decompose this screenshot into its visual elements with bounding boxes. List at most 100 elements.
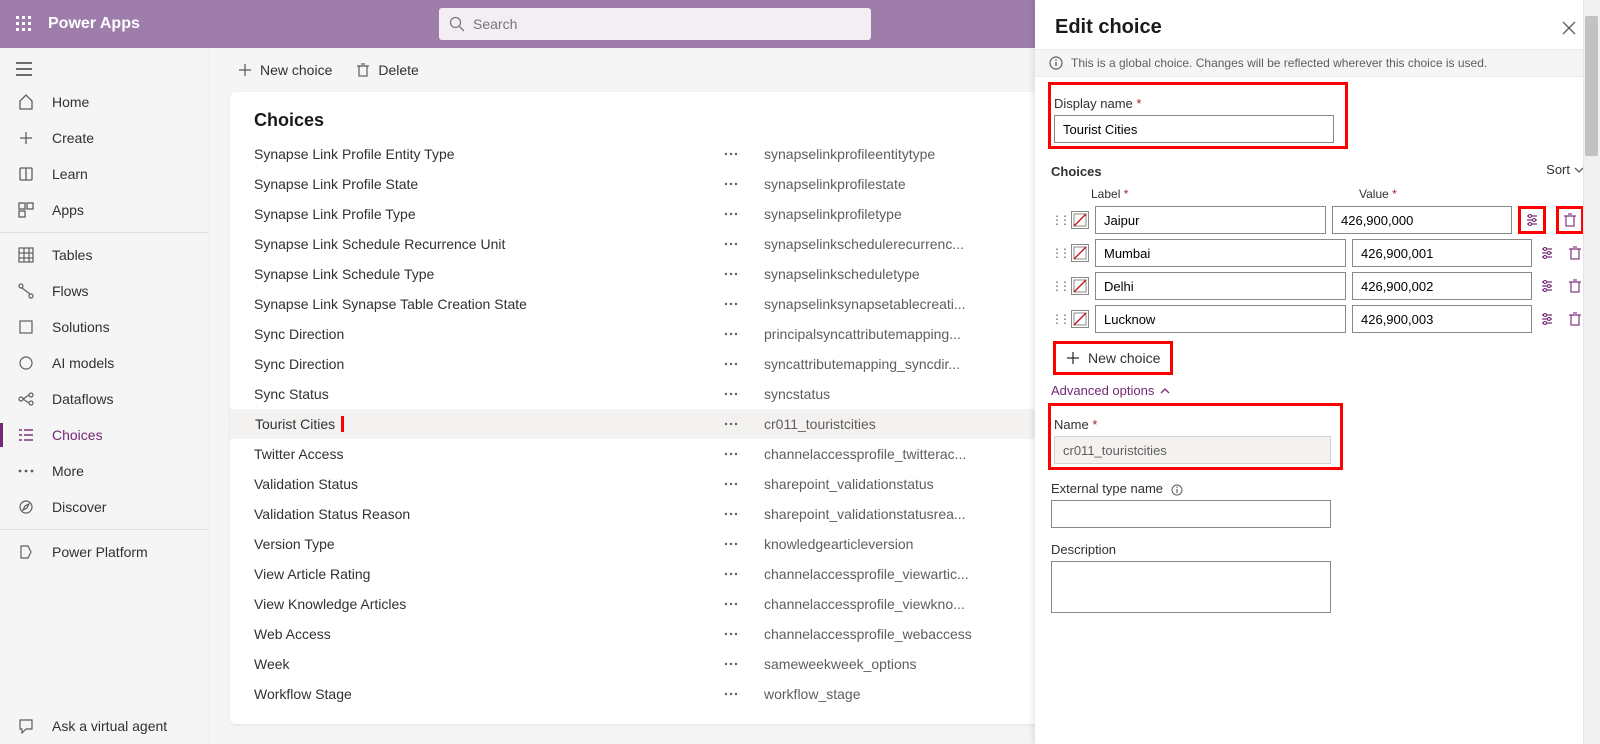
- row-more-icon[interactable]: [724, 542, 764, 546]
- nav-solutions[interactable]: Solutions: [0, 309, 209, 345]
- color-swatch-icon[interactable]: [1071, 310, 1089, 328]
- flow-icon: [16, 283, 36, 299]
- delete-icon: [356, 63, 370, 77]
- search-box[interactable]: [439, 8, 871, 40]
- color-swatch-icon[interactable]: [1071, 244, 1089, 262]
- choice-item-row: ⋮⋮: [1051, 206, 1584, 234]
- name-label: Name *: [1054, 417, 1337, 432]
- choice-label-input[interactable]: [1095, 272, 1346, 300]
- choice-value-input[interactable]: [1352, 305, 1532, 333]
- row-more-icon[interactable]: [724, 332, 764, 336]
- color-swatch-icon[interactable]: [1071, 277, 1089, 295]
- drag-handle-icon[interactable]: ⋮⋮: [1051, 312, 1065, 326]
- more-icon: [16, 469, 36, 473]
- row-more-icon[interactable]: [724, 692, 764, 696]
- row-more-icon[interactable]: [724, 182, 764, 186]
- hamburger-icon[interactable]: [0, 54, 209, 84]
- choice-label-input[interactable]: [1095, 305, 1346, 333]
- row-more-icon[interactable]: [724, 662, 764, 666]
- row-more-icon[interactable]: [724, 242, 764, 246]
- displayname-input[interactable]: [1054, 115, 1334, 143]
- choice-value-input[interactable]: [1352, 272, 1532, 300]
- nav-flows[interactable]: Flows: [0, 273, 209, 309]
- settings-icon[interactable]: [1538, 277, 1556, 295]
- dataflow-icon: [16, 391, 36, 407]
- description-label: Description: [1051, 542, 1584, 557]
- row-more-icon[interactable]: [724, 422, 764, 426]
- book-icon: [16, 166, 36, 182]
- delete-icon[interactable]: [1566, 310, 1584, 328]
- nav-more[interactable]: More: [0, 453, 209, 489]
- row-more-icon[interactable]: [724, 572, 764, 576]
- chevron-up-icon: [1160, 388, 1170, 394]
- row-more-icon[interactable]: [724, 152, 764, 156]
- choice-label-input[interactable]: [1095, 239, 1346, 267]
- solution-icon: [16, 319, 36, 335]
- ai-icon: [16, 355, 36, 371]
- delete-icon[interactable]: [1566, 244, 1584, 262]
- nav-discover[interactable]: Discover: [0, 489, 209, 525]
- external-type-label: External type name: [1051, 481, 1584, 496]
- plus-icon: [238, 63, 252, 77]
- settings-icon[interactable]: [1523, 211, 1541, 229]
- row-more-icon[interactable]: [724, 452, 764, 456]
- discover-icon: [16, 499, 36, 515]
- plus-icon: [1066, 351, 1080, 365]
- row-more-icon[interactable]: [724, 362, 764, 366]
- row-more-icon[interactable]: [724, 302, 764, 306]
- settings-icon[interactable]: [1538, 244, 1556, 262]
- row-more-icon[interactable]: [724, 512, 764, 516]
- info-icon: [1049, 56, 1063, 70]
- home-icon: [16, 94, 36, 110]
- choice-value-input[interactable]: [1352, 239, 1532, 267]
- waffle-icon[interactable]: [0, 0, 48, 48]
- delete-button[interactable]: Delete: [348, 56, 426, 84]
- displayname-label: Display name *: [1054, 96, 1342, 111]
- row-more-icon[interactable]: [724, 212, 764, 216]
- choices-icon: [16, 427, 36, 443]
- row-more-icon[interactable]: [724, 272, 764, 276]
- search-input[interactable]: [465, 16, 861, 32]
- description-input[interactable]: [1051, 561, 1331, 613]
- advanced-options-toggle[interactable]: Advanced options: [1051, 383, 1584, 398]
- nav-learn[interactable]: Learn: [0, 156, 209, 192]
- sort-button[interactable]: Sort: [1546, 162, 1584, 177]
- platform-icon: [16, 544, 36, 560]
- new-choice-button[interactable]: New choice: [230, 56, 340, 84]
- nav-create[interactable]: Create: [0, 120, 209, 156]
- choice-label-input[interactable]: [1095, 206, 1326, 234]
- color-swatch-icon[interactable]: [1071, 211, 1089, 229]
- row-more-icon[interactable]: [724, 602, 764, 606]
- delete-icon[interactable]: [1566, 277, 1584, 295]
- grid-icon: [16, 247, 36, 263]
- search-icon: [449, 16, 465, 32]
- nav-apps[interactable]: Apps: [0, 192, 209, 228]
- settings-icon[interactable]: [1538, 310, 1556, 328]
- app-name: Power Apps: [48, 15, 140, 33]
- nav-choices[interactable]: Choices: [0, 417, 209, 453]
- nav-ask-agent[interactable]: Ask a virtual agent: [0, 708, 209, 744]
- choice-item-row: ⋮⋮: [1051, 272, 1584, 300]
- name-input: [1054, 436, 1331, 464]
- drag-handle-icon[interactable]: ⋮⋮: [1051, 213, 1065, 227]
- drag-handle-icon[interactable]: ⋮⋮: [1051, 279, 1065, 293]
- external-type-input[interactable]: [1051, 500, 1331, 528]
- nav-powerplatform[interactable]: Power Platform: [0, 534, 209, 570]
- drag-handle-icon[interactable]: ⋮⋮: [1051, 246, 1065, 260]
- nav-aimodels[interactable]: AI models: [0, 345, 209, 381]
- page-scrollbar[interactable]: [1583, 0, 1600, 744]
- info-icon[interactable]: [1171, 484, 1183, 496]
- delete-icon[interactable]: [1561, 211, 1579, 229]
- nav-home[interactable]: Home: [0, 84, 209, 120]
- row-more-icon[interactable]: [724, 632, 764, 636]
- row-more-icon[interactable]: [724, 392, 764, 396]
- nav-dataflows[interactable]: Dataflows: [0, 381, 209, 417]
- close-icon[interactable]: [1558, 17, 1580, 39]
- choice-item-row: ⋮⋮: [1051, 305, 1584, 333]
- row-more-icon[interactable]: [724, 482, 764, 486]
- edit-choice-panel: Edit choice This is a global choice. Cha…: [1035, 0, 1600, 744]
- add-new-choice-button[interactable]: New choice: [1056, 344, 1170, 372]
- nav-tables[interactable]: Tables: [0, 237, 209, 273]
- choice-item-row: ⋮⋮: [1051, 239, 1584, 267]
- choice-value-input[interactable]: [1332, 206, 1512, 234]
